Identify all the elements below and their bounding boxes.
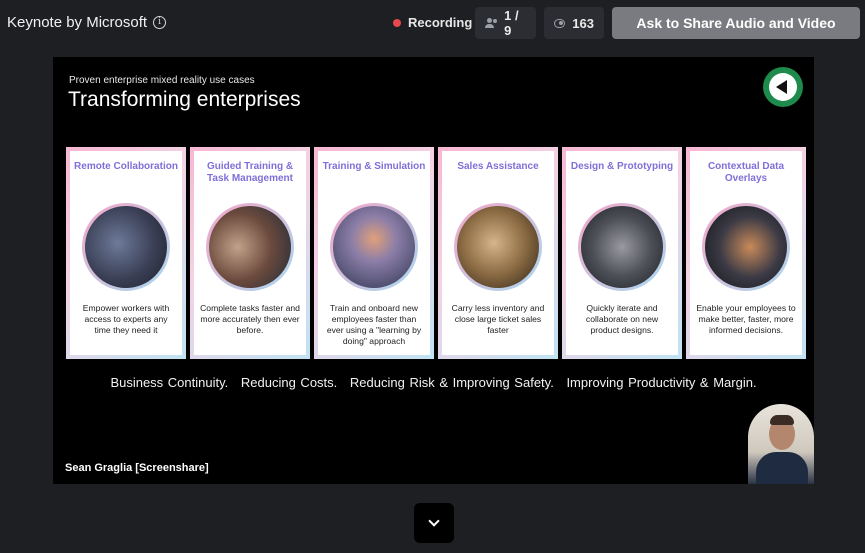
card-title: Training & Simulation — [322, 161, 426, 172]
recording-indicator: Recording — [393, 15, 472, 30]
card-title: Guided Training & Task Management — [206, 161, 294, 184]
card-contextual-data-overlays: Contextual Data Overlays Enable your emp… — [686, 147, 806, 359]
info-icon[interactable]: i — [153, 16, 167, 29]
card-description: Enable your employees to make better, fa… — [696, 303, 796, 335]
audio-back-button[interactable] — [763, 67, 803, 107]
card-photo — [702, 203, 790, 291]
chevron-down-icon — [428, 515, 440, 527]
collapse-button[interactable] — [414, 503, 454, 543]
card-photo — [206, 203, 294, 291]
card-design-prototyping: Design & Prototyping Quickly iterate and… — [562, 147, 682, 359]
card-description: Complete tasks faster and more accuratel… — [200, 303, 300, 335]
people-icon — [485, 18, 497, 28]
recording-label: Recording — [408, 15, 473, 30]
card-guided-training: Guided Training & Task Management Comple… — [190, 147, 310, 359]
card-title: Design & Prototyping — [570, 161, 674, 172]
card-description: Quickly iterate and collaborate on new p… — [585, 303, 659, 335]
participants-count[interactable]: 1 / 9 — [475, 7, 536, 39]
speaker-icon — [769, 73, 797, 101]
card-photo — [454, 203, 542, 291]
card-description: Empower workers with access to experts a… — [82, 303, 170, 335]
presenter-webcam[interactable] — [748, 404, 814, 484]
recording-dot-icon — [393, 18, 401, 27]
viewers-count[interactable]: 163 — [544, 7, 604, 39]
ask-to-share-button[interactable]: Ask to Share Audio and Video — [612, 7, 860, 39]
slide-subtitle: Proven enterprise mixed reality use case… — [69, 75, 255, 86]
card-photo — [82, 203, 170, 291]
card-photo — [578, 203, 666, 291]
card-remote-collaboration: Remote Collaboration Empower workers wit… — [66, 147, 186, 359]
tagline-item: Business Continuity. — [110, 375, 229, 390]
eye-icon — [554, 18, 566, 28]
app-title-text: Keynote by Microsoft — [7, 14, 148, 31]
viewers-value: 163 — [572, 15, 594, 31]
slide-tagline: Business Continuity. Reducing Costs. Red… — [53, 375, 814, 390]
card-description: Train and onboard new employees faster t… — [326, 303, 422, 346]
card-title: Contextual Data Overlays — [707, 161, 785, 184]
tagline-item: Reducing Costs. — [240, 375, 338, 390]
app-title: Keynote by Microsoft i — [7, 14, 167, 31]
top-bar: Keynote by Microsoft i Recording 1 / 9 1… — [0, 0, 865, 46]
card-title: Sales Assistance — [457, 161, 539, 172]
participants-value: 1 / 9 — [504, 8, 519, 38]
slide-title: Transforming enterprises — [68, 88, 301, 111]
card-sales-assistance: Sales Assistance Carry less inventory an… — [438, 147, 558, 359]
card-photo — [330, 203, 418, 291]
tagline-item: Improving Productivity & Margin. — [566, 375, 757, 390]
presenter-name: Sean Graglia [Screenshare] — [65, 462, 209, 474]
use-case-cards: Remote Collaboration Empower workers wit… — [66, 147, 806, 359]
tagline-item: Reducing Risk & Improving Safety. — [349, 375, 554, 390]
screenshare-stage: Proven enterprise mixed reality use case… — [53, 57, 814, 484]
card-training-simulation: Training & Simulation Train and onboard … — [314, 147, 434, 359]
card-title: Remote Collaboration — [74, 161, 178, 172]
card-description: Carry less inventory and close large tic… — [451, 303, 545, 335]
